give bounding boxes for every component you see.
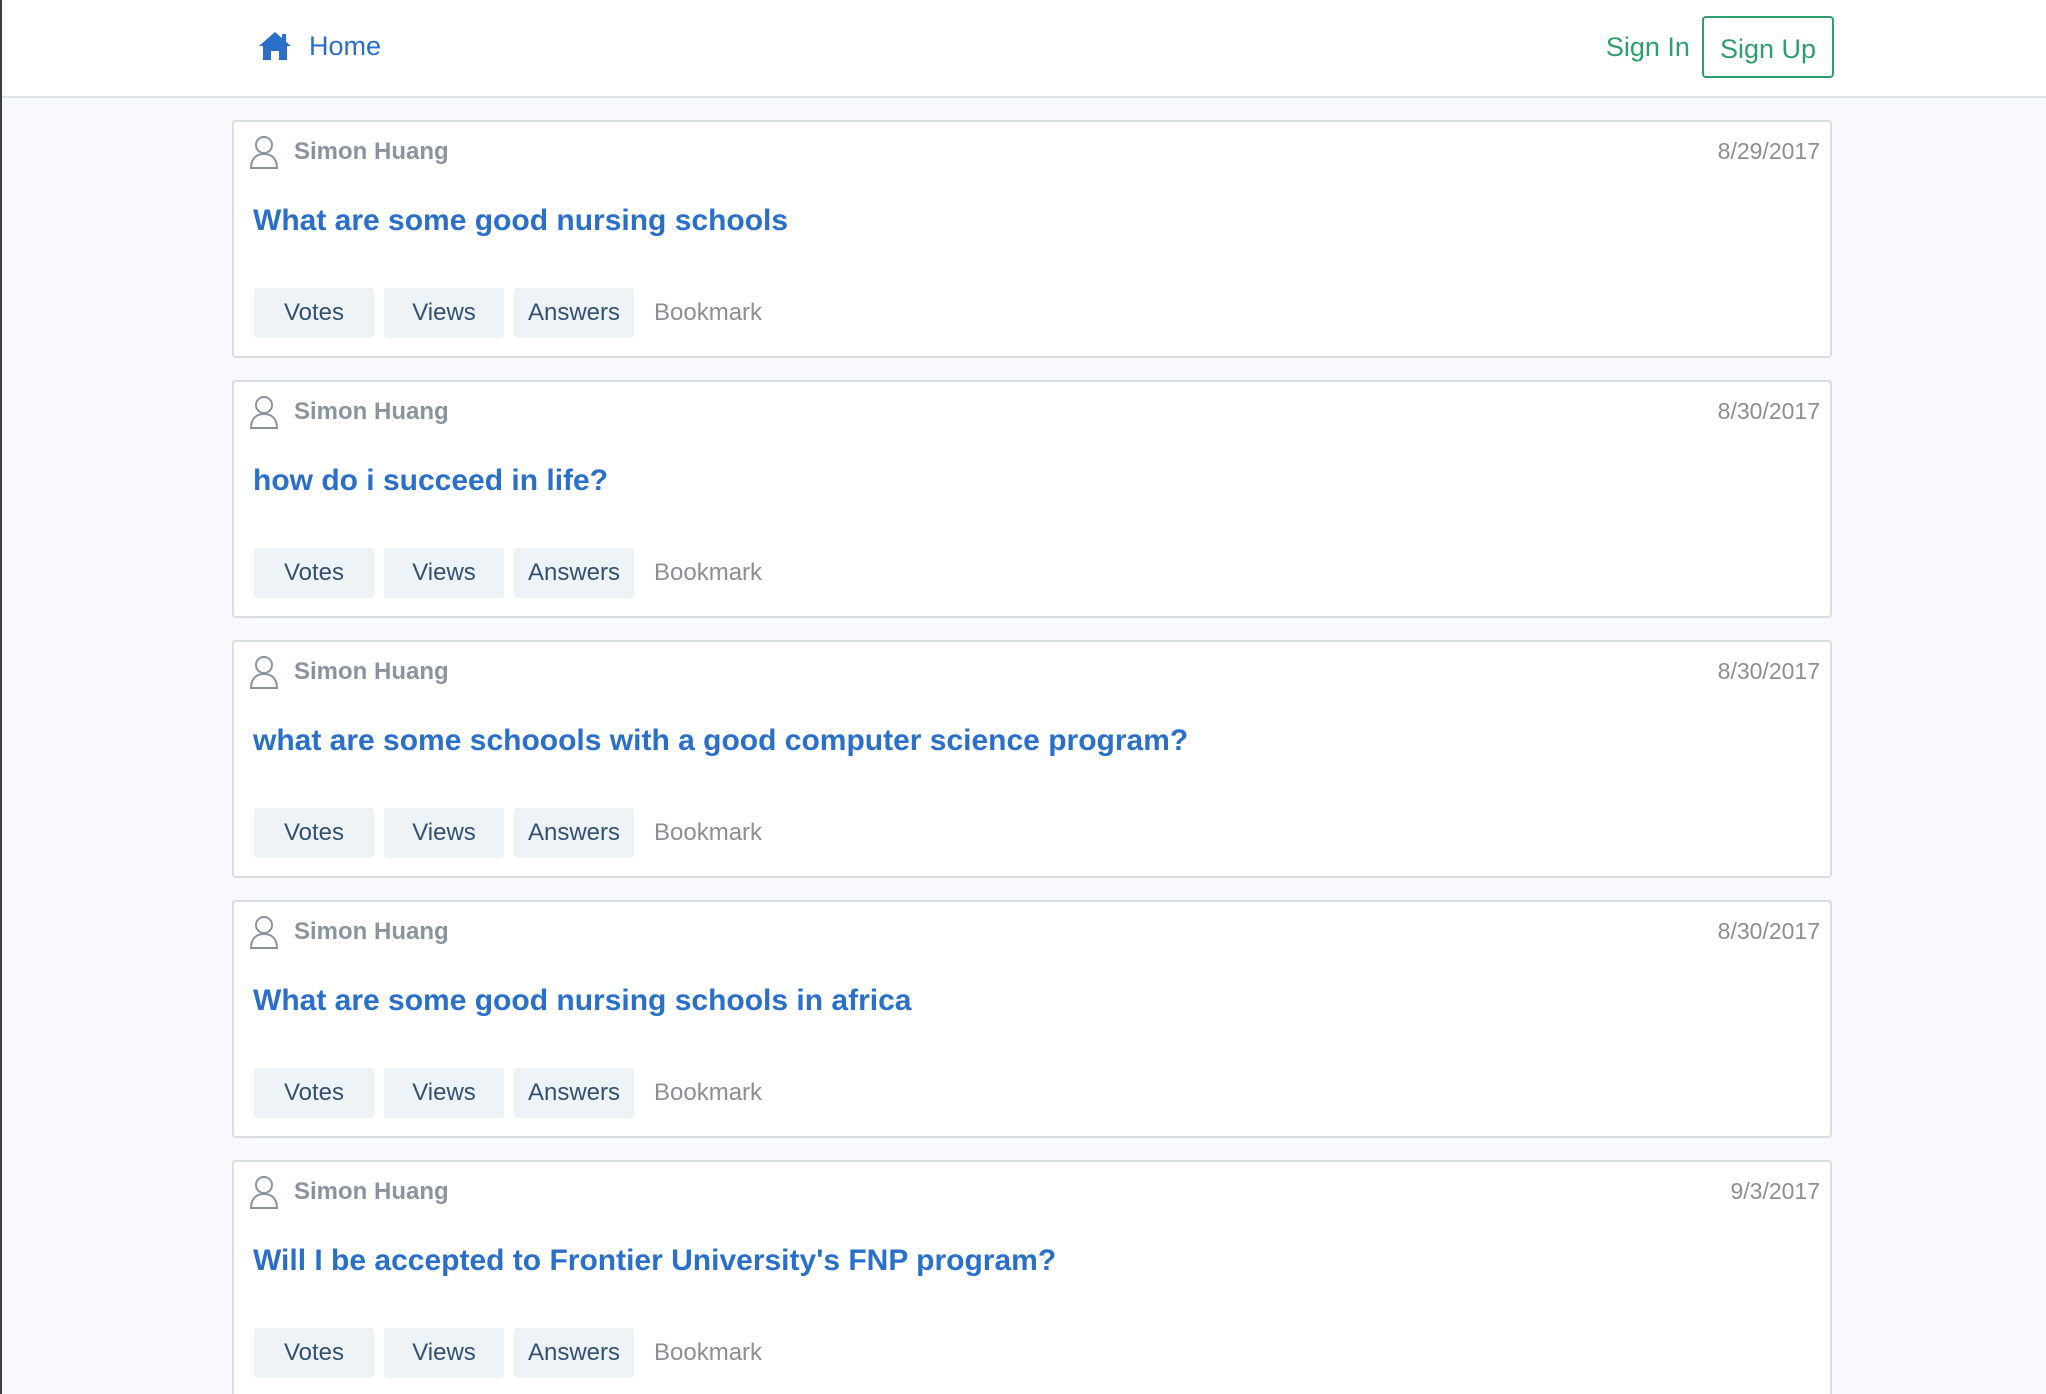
card-header: Simon Huang	[248, 654, 449, 690]
answers-button[interactable]: Answers	[514, 288, 634, 338]
bookmark-link[interactable]: Bookmark	[654, 1079, 762, 1107]
question-card: Simon Huang 9/3/2017 Will I be accepted …	[232, 1160, 1832, 1394]
question-card: Simon Huang 8/29/2017 What are some good…	[232, 120, 1832, 358]
question-title[interactable]: Will I be accepted to Frontier Universit…	[253, 1244, 1056, 1278]
votes-button[interactable]: Votes	[254, 288, 374, 338]
user-avatar-icon	[248, 654, 280, 690]
question-card: Simon Huang 8/30/2017 What are some good…	[232, 900, 1832, 1138]
bookmark-link[interactable]: Bookmark	[654, 559, 762, 587]
answers-button[interactable]: Answers	[514, 1328, 634, 1378]
votes-button[interactable]: Votes	[254, 808, 374, 858]
card-header: Simon Huang	[248, 1174, 449, 1210]
user-avatar-icon	[248, 394, 280, 430]
question-title[interactable]: What are some good nursing schools in af…	[253, 984, 911, 1018]
sign-in-link[interactable]: Sign In	[1606, 32, 1690, 63]
author-name[interactable]: Simon Huang	[294, 918, 449, 946]
question-title[interactable]: how do i succeed in life?	[253, 464, 608, 498]
card-actions: Votes Views Answers Bookmark	[254, 808, 762, 858]
question-feed: Simon Huang 8/29/2017 What are some good…	[232, 120, 1832, 1394]
home-label: Home	[309, 30, 382, 61]
post-date: 8/30/2017	[1717, 398, 1820, 424]
bookmark-link[interactable]: Bookmark	[654, 299, 762, 327]
views-button[interactable]: Views	[384, 288, 504, 338]
top-navbar: Home Sign In Sign Up	[2, 0, 2046, 98]
user-avatar-icon	[248, 914, 280, 950]
question-title[interactable]: What are some good nursing schools	[253, 204, 788, 238]
bookmark-link[interactable]: Bookmark	[654, 1339, 762, 1367]
answers-button[interactable]: Answers	[514, 808, 634, 858]
votes-button[interactable]: Votes	[254, 1328, 374, 1378]
author-name[interactable]: Simon Huang	[294, 1178, 449, 1206]
votes-button[interactable]: Votes	[254, 548, 374, 598]
card-header: Simon Huang	[248, 914, 449, 950]
card-actions: Votes Views Answers Bookmark	[254, 548, 762, 598]
views-button[interactable]: Views	[384, 808, 504, 858]
sign-up-button[interactable]: Sign Up	[1701, 16, 1834, 78]
post-date: 9/3/2017	[1730, 1178, 1820, 1204]
views-button[interactable]: Views	[384, 548, 504, 598]
question-card: Simon Huang 8/30/2017 what are some scho…	[232, 640, 1832, 878]
window-edge	[0, 0, 2, 1394]
card-actions: Votes Views Answers Bookmark	[254, 1328, 762, 1378]
card-actions: Votes Views Answers Bookmark	[254, 288, 762, 338]
user-avatar-icon	[248, 134, 280, 170]
auth-links: Sign In Sign Up	[1606, 16, 1834, 78]
post-date: 8/30/2017	[1717, 918, 1820, 944]
author-name[interactable]: Simon Huang	[294, 398, 449, 426]
question-title[interactable]: what are some schoools with a good compu…	[253, 724, 1188, 758]
card-header: Simon Huang	[248, 134, 449, 170]
home-icon	[257, 30, 293, 62]
votes-button[interactable]: Votes	[254, 1068, 374, 1118]
answers-button[interactable]: Answers	[514, 1068, 634, 1118]
question-card: Simon Huang 8/30/2017 how do i succeed i…	[232, 380, 1832, 618]
home-link[interactable]: Home	[257, 30, 381, 62]
views-button[interactable]: Views	[384, 1328, 504, 1378]
user-avatar-icon	[248, 1174, 280, 1210]
answers-button[interactable]: Answers	[514, 548, 634, 598]
card-header: Simon Huang	[248, 394, 449, 430]
bookmark-link[interactable]: Bookmark	[654, 819, 762, 847]
post-date: 8/29/2017	[1717, 138, 1820, 164]
card-actions: Votes Views Answers Bookmark	[254, 1068, 762, 1118]
post-date: 8/30/2017	[1717, 658, 1820, 684]
views-button[interactable]: Views	[384, 1068, 504, 1118]
author-name[interactable]: Simon Huang	[294, 658, 449, 686]
author-name[interactable]: Simon Huang	[294, 138, 449, 166]
